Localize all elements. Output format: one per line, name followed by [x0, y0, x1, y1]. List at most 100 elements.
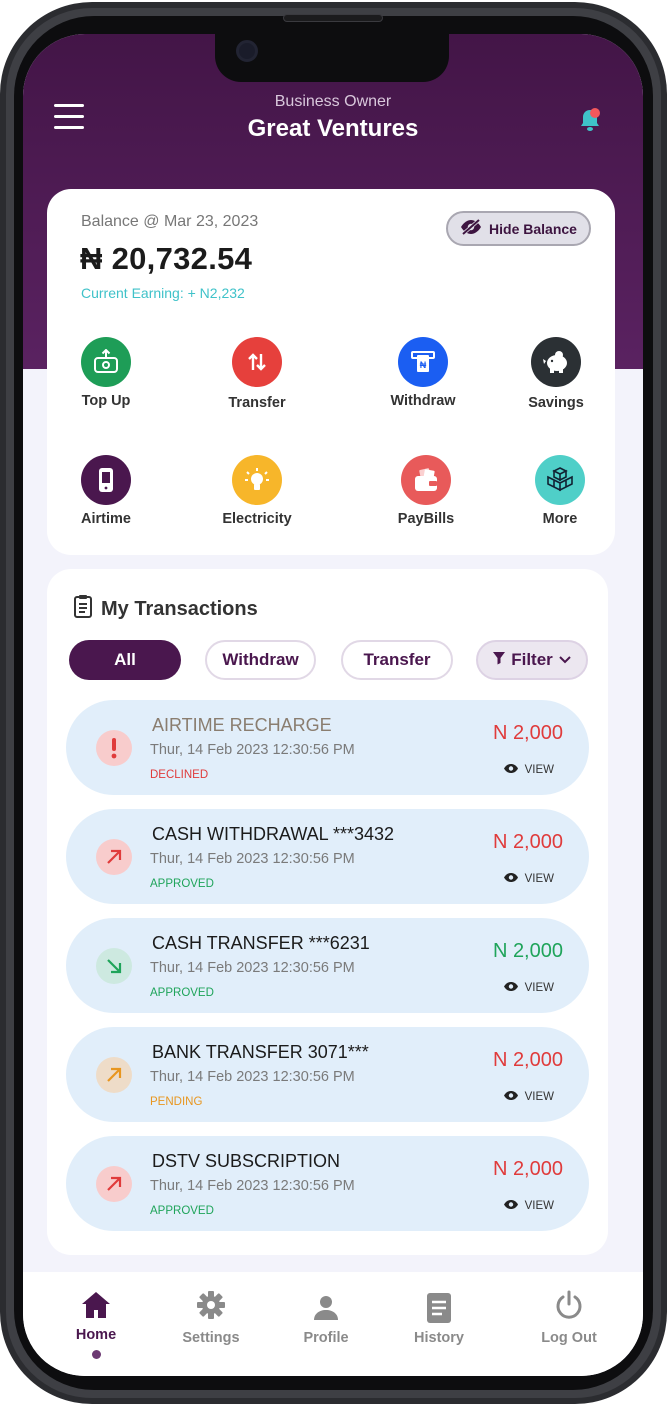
filter-chip-withdraw[interactable]: Withdraw — [205, 640, 316, 680]
transaction-amount: N 2,000 — [492, 1049, 563, 1071]
action-paybills[interactable]: PayBills — [371, 455, 481, 527]
nav-label: Home — [75, 1327, 117, 1343]
nav-profile[interactable]: Profile — [276, 1288, 376, 1346]
view-label: VIEW — [524, 1200, 554, 1212]
nav-label: Settings — [182, 1330, 240, 1346]
filter-chip-transfer[interactable]: Transfer — [341, 640, 453, 680]
transaction-status: APPROVED — [150, 987, 214, 999]
transaction-date: Thur, 14 Feb 2023 12:30:56 PM — [150, 851, 355, 867]
bulb-icon — [232, 455, 282, 505]
transaction-amount: N 2,000 — [492, 1158, 563, 1180]
action-label: Transfer — [228, 395, 286, 411]
svg-text:₦: ₦ — [420, 360, 427, 370]
power-icon — [519, 1288, 619, 1322]
transaction-name: DSTV SUBSCRIPTION — [152, 1151, 341, 1171]
active-indicator-dot — [91, 1350, 101, 1359]
transaction-row[interactable]: CASH TRANSFER ***6231 Thur, 14 Feb 2023 … — [66, 918, 589, 1013]
header-title: Great Ventures — [247, 115, 419, 142]
top-up-icon — [81, 337, 131, 387]
transaction-row[interactable]: CASH WITHDRAWAL ***3432 Thur, 14 Feb 202… — [66, 809, 589, 904]
transactions-heading: My Transactions — [73, 594, 258, 624]
transaction-row[interactable]: AIRTIME RECHARGE Thur, 14 Feb 2023 12:30… — [66, 700, 589, 795]
view-link[interactable]: VIEW — [503, 1199, 554, 1213]
action-label: Electricity — [222, 511, 292, 527]
transaction-status: PENDING — [150, 1096, 203, 1108]
action-withdraw[interactable]: ₦ Withdraw — [368, 337, 478, 409]
eye-icon — [503, 763, 519, 777]
action-label: PayBills — [397, 511, 455, 527]
nav-label: Log Out — [541, 1330, 597, 1346]
transaction-status: DECLINED — [150, 769, 209, 781]
arrow-up-right-icon — [96, 1057, 132, 1093]
view-label: VIEW — [524, 764, 554, 776]
action-transfer[interactable]: Transfer — [202, 337, 312, 411]
document-icon — [389, 1288, 489, 1323]
action-electricity[interactable]: Electricity — [202, 455, 312, 527]
transaction-row[interactable]: DSTV SUBSCRIPTION Thur, 14 Feb 2023 12:3… — [66, 1136, 589, 1231]
view-link[interactable]: VIEW — [503, 763, 554, 777]
withdraw-icon: ₦ — [398, 337, 448, 387]
view-link[interactable]: VIEW — [503, 1090, 554, 1104]
transaction-amount: N 2,000 — [492, 831, 563, 853]
transfer-icon — [232, 337, 282, 387]
view-label: VIEW — [524, 1091, 554, 1103]
hide-balance-label: Hide Balance — [489, 220, 577, 237]
eye-icon — [503, 1199, 519, 1213]
nav-history[interactable]: History — [389, 1288, 489, 1346]
transaction-date: Thur, 14 Feb 2023 12:30:56 PM — [150, 960, 355, 976]
app-screen: Business Owner Great Ventures Balance @ … — [23, 34, 643, 1376]
view-label: VIEW — [524, 982, 554, 994]
home-icon — [46, 1288, 146, 1322]
arrow-up-right-icon — [96, 1166, 132, 1202]
funnel-icon — [492, 650, 506, 670]
view-label: VIEW — [524, 873, 554, 885]
action-top-up[interactable]: Top Up — [51, 337, 161, 409]
current-earning: Current Earning: + N2,232 — [81, 285, 245, 301]
action-more[interactable]: More — [505, 455, 615, 527]
hide-balance-button[interactable]: Hide Balance — [446, 211, 591, 246]
transaction-name: AIRTIME RECHARGE — [152, 715, 332, 735]
phone-frame: Business Owner Great Ventures Balance @ … — [0, 0, 667, 1406]
wallet-icon — [401, 455, 451, 505]
transaction-amount: N 2,000 — [492, 940, 563, 962]
nav-settings[interactable]: Settings — [161, 1288, 261, 1346]
front-camera — [236, 40, 258, 62]
person-icon — [276, 1288, 376, 1322]
transaction-amount: N 2,000 — [492, 722, 563, 744]
nav-logout[interactable]: Log Out — [519, 1288, 619, 1346]
nav-home[interactable]: Home — [46, 1288, 146, 1359]
transaction-date: Thur, 14 Feb 2023 12:30:56 PM — [150, 1069, 355, 1085]
eye-slash-icon — [460, 218, 482, 238]
action-airtime[interactable]: Airtime — [51, 455, 161, 527]
filter-button[interactable]: Filter — [476, 640, 588, 680]
chevron-down-icon — [558, 650, 572, 670]
view-link[interactable]: VIEW — [503, 872, 554, 886]
bottom-navigation: Home Settings Profile History Log Out — [23, 1272, 643, 1376]
action-label: Top Up — [81, 393, 131, 409]
action-label: Airtime — [81, 511, 131, 527]
notification-bell-icon[interactable] — [576, 106, 604, 134]
transaction-name: BANK TRANSFER 3071*** — [152, 1042, 369, 1062]
transaction-name: CASH WITHDRAWAL ***3432 — [152, 824, 395, 844]
clipboard-icon — [73, 594, 93, 624]
action-label: Savings — [528, 395, 584, 411]
nav-label: History — [414, 1330, 464, 1346]
transactions-card: My Transactions All Withdraw Transfer Fi… — [47, 569, 608, 1255]
action-savings[interactable]: Savings — [501, 337, 611, 411]
earpiece-speaker — [283, 14, 383, 22]
transaction-date: Thur, 14 Feb 2023 12:30:56 PM — [150, 742, 355, 758]
filter-chip-all[interactable]: All — [69, 640, 181, 680]
transaction-date: Thur, 14 Feb 2023 12:30:56 PM — [150, 1178, 355, 1194]
piggy-bank-icon — [531, 337, 581, 387]
phone-icon — [81, 455, 131, 505]
transaction-name: CASH TRANSFER ***6231 — [152, 933, 370, 953]
exclamation-icon — [96, 730, 132, 766]
action-label: Withdraw — [390, 393, 456, 409]
gear-icon — [161, 1288, 261, 1322]
view-link[interactable]: VIEW — [503, 981, 554, 995]
transaction-status: APPROVED — [150, 1205, 214, 1217]
transaction-status: APPROVED — [150, 878, 214, 890]
eye-icon — [503, 1090, 519, 1104]
balance-amount: ₦ 20,732.54 — [80, 241, 253, 276]
transaction-row[interactable]: BANK TRANSFER 3071*** Thur, 14 Feb 2023 … — [66, 1027, 589, 1122]
